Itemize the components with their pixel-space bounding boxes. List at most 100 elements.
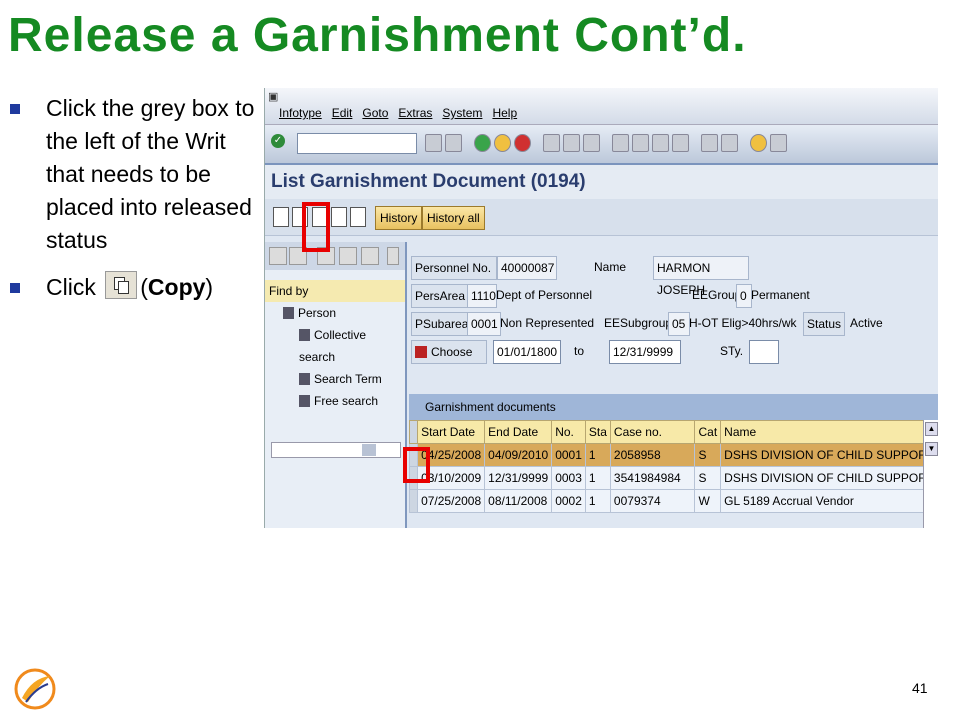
menu-help[interactable]: Help — [492, 106, 517, 120]
system-menu-icon[interactable]: ▣ — [268, 90, 278, 103]
cell-sta: 1 — [584, 466, 611, 490]
name-label: Name — [594, 260, 627, 274]
garnishment-grid: Start Date End Date No. Sta Case no. Cat… — [408, 420, 938, 513]
instruction-list: Click the grey box to the left of the Wr… — [10, 92, 258, 318]
navigator-toolbar — [265, 242, 405, 270]
menu-extras[interactable]: Extras — [398, 106, 432, 120]
exit-icon[interactable] — [494, 134, 511, 152]
sty-input[interactable] — [749, 340, 779, 364]
cell-no: 0003 — [551, 466, 586, 490]
scroll-thumb[interactable] — [362, 444, 376, 456]
cell-case-no: 3541984984 — [609, 466, 696, 490]
help-icon[interactable] — [750, 134, 767, 152]
save-icon[interactable] — [445, 134, 462, 152]
tree-item-search-term[interactable]: Search Term — [265, 368, 405, 390]
find-icon[interactable] — [563, 134, 580, 152]
cell-end-date: 04/09/2010 — [484, 443, 553, 467]
tree-item-free-search[interactable]: Free search — [265, 390, 405, 412]
nav-menu-arrow-icon[interactable] — [387, 247, 399, 265]
command-field[interactable] — [297, 133, 417, 154]
tree-node-person[interactable]: Person — [265, 302, 405, 324]
table-row[interactable]: 04/25/2008 04/09/2010 0001 1 2058958 S D… — [408, 443, 938, 467]
history-button[interactable]: History — [375, 206, 423, 230]
nav-collapse-icon[interactable] — [361, 247, 379, 265]
print-icon[interactable] — [543, 134, 560, 152]
sap-window: ▣ Infotype Edit Goto Extras System Help … — [264, 88, 938, 528]
menu-infotype[interactable]: Infotype — [279, 106, 322, 120]
table-title: Garnishment documents — [409, 394, 938, 420]
cell-case-no: 2058958 — [609, 443, 696, 467]
previous-page-icon[interactable] — [632, 134, 649, 152]
last-page-icon[interactable] — [672, 134, 689, 152]
history-all-button[interactable]: History all — [422, 206, 485, 230]
table-row[interactable]: 03/10/2009 12/31/9999 0003 1 3541984984 … — [408, 466, 938, 490]
psubarea-code: 0001 — [467, 312, 501, 336]
persarea-label: PersArea — [411, 284, 469, 308]
col-no[interactable]: No. — [551, 420, 586, 444]
first-page-icon[interactable] — [612, 134, 629, 152]
screen-title: List Garnishment Document (0194) — [265, 165, 938, 199]
eesubgroup-label: EESubgroup — [604, 316, 673, 330]
cell-start-date: 07/25/2008 — [417, 489, 486, 513]
row-select-highlight — [403, 447, 430, 483]
cell-end-date: 08/11/2008 — [484, 489, 553, 513]
psubarea-label: PSubarea — [411, 312, 469, 336]
create-icon[interactable] — [273, 207, 289, 227]
table-scrollbar[interactable]: ▲ ▼ — [923, 420, 938, 528]
cell-sta: 1 — [584, 489, 611, 513]
lock-icon[interactable] — [350, 207, 366, 227]
menu-system[interactable]: System — [442, 106, 482, 120]
shortcut-icon[interactable] — [721, 134, 738, 152]
name-value: HARMON JOSEPH — [653, 256, 749, 297]
delete-icon[interactable] — [331, 207, 347, 227]
cell-no: 0002 — [551, 489, 586, 513]
cell-cat: S — [694, 466, 722, 490]
cell-name: GL 5189 Accrual Vendor — [720, 489, 938, 513]
cell-case-no: 0079374 — [609, 489, 696, 513]
back-arrow-icon[interactable] — [425, 134, 442, 152]
application-toolbar: History History all — [265, 199, 938, 236]
col-cat[interactable]: Cat — [694, 420, 722, 444]
search-help-icon — [299, 373, 310, 385]
menu-edit[interactable]: Edit — [332, 106, 353, 120]
from-date-input[interactable]: 01/01/1800 — [493, 340, 561, 364]
choose-label: Choose — [431, 345, 473, 359]
next-page-icon[interactable] — [652, 134, 669, 152]
enter-check-icon[interactable]: ✓ — [271, 134, 285, 148]
col-sta[interactable]: Sta — [584, 420, 611, 444]
scroll-down-icon[interactable]: ▼ — [925, 442, 938, 456]
col-name[interactable]: Name — [720, 420, 938, 444]
nav-back-icon[interactable] — [269, 247, 287, 265]
copy-label: Copy — [147, 274, 206, 300]
layout-menu-icon[interactable] — [770, 134, 787, 152]
paren-close: ) — [205, 274, 214, 300]
nav-expand-icon[interactable] — [339, 247, 357, 265]
to-date-input[interactable]: 12/31/9999 — [609, 340, 681, 364]
col-start-date[interactable]: Start Date — [417, 420, 486, 444]
employee-header: Personnel No. 40000087 Name HARMON JOSEP… — [411, 250, 938, 390]
tree-item-collective-search[interactable]: Collective search — [265, 324, 405, 368]
garnishment-table: Garnishment documents Start Date End Dat… — [408, 394, 938, 528]
menu-goto[interactable]: Goto — [362, 106, 388, 120]
cancel-icon[interactable] — [514, 134, 531, 152]
tree-item-label: Free search — [314, 394, 379, 408]
find-next-icon[interactable] — [583, 134, 600, 152]
back-icon[interactable] — [474, 134, 491, 152]
menu-bar: ▣ Infotype Edit Goto Extras System Help — [265, 88, 938, 124]
person-icon — [283, 307, 294, 319]
table-row[interactable]: 07/25/2008 08/11/2008 0002 1 0079374 W G… — [408, 489, 938, 513]
navigator-scrollbar[interactable] — [271, 442, 401, 458]
navigator-tree: Person Collective search Search Term Fre… — [265, 302, 405, 412]
table-header-row: Start Date End Date No. Sta Case no. Cat… — [408, 420, 938, 444]
select-all-box[interactable] — [408, 420, 419, 444]
choose-button[interactable]: Choose — [411, 340, 487, 364]
col-end-date[interactable]: End Date — [484, 420, 553, 444]
persarea-text: Dept of Personnel — [496, 288, 593, 302]
row-select-box[interactable] — [408, 489, 419, 513]
scroll-up-icon[interactable]: ▲ — [925, 422, 938, 436]
col-case-no[interactable]: Case no. — [609, 420, 696, 444]
new-session-icon[interactable] — [701, 134, 718, 152]
